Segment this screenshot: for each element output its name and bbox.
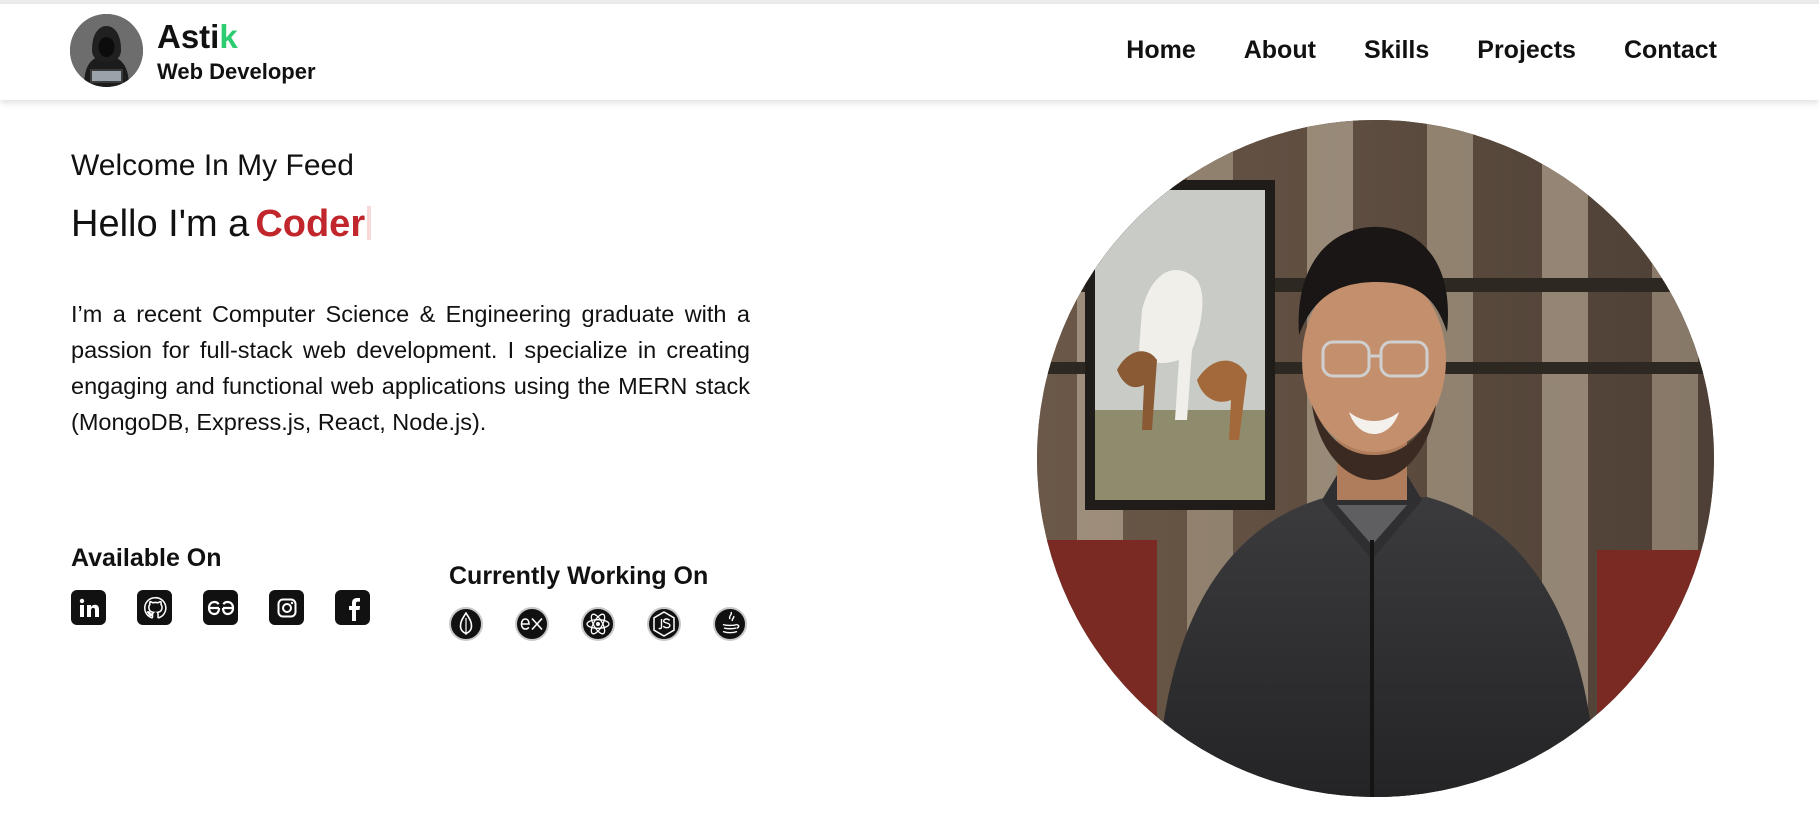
bio-paragraph: I’m a recent Computer Science & Engineer… <box>71 301 750 435</box>
profile-photo-image <box>1037 120 1714 797</box>
instagram-icon[interactable] <box>269 590 304 625</box>
java-icon <box>713 607 747 641</box>
mongodb-icon <box>449 607 483 641</box>
linkedin-icon[interactable] <box>71 590 106 625</box>
facebook-icon[interactable] <box>335 590 370 625</box>
github-icon[interactable] <box>137 590 172 625</box>
nav-about[interactable]: About <box>1244 36 1316 65</box>
profile-photo <box>1037 120 1714 797</box>
brand-role: Web Developer <box>157 58 316 84</box>
hello-prefix: Hello I'm a <box>71 203 250 245</box>
nodejs-icon <box>647 607 681 641</box>
working-on-title: Currently Working On <box>449 562 709 590</box>
available-on-title: Available On <box>71 544 222 572</box>
tech-stack <box>449 607 747 641</box>
typing-caret <box>367 206 372 240</box>
avatar <box>70 14 143 87</box>
brand[interactable]: Astik Web Developer <box>70 14 316 87</box>
nav-skills[interactable]: Skills <box>1364 36 1429 65</box>
hooded-figure-icon <box>70 14 143 87</box>
main-nav: Home About Skills Projects Contact <box>1126 36 1717 65</box>
brand-name-accent: k <box>219 17 238 55</box>
social-links <box>71 590 370 625</box>
nav-home[interactable]: Home <box>1126 36 1195 65</box>
express-icon <box>515 607 549 641</box>
react-icon <box>581 607 615 641</box>
nav-contact[interactable]: Contact <box>1624 36 1717 65</box>
geeksforgeeks-icon[interactable] <box>203 590 238 625</box>
brand-name-main: Asti <box>157 17 220 55</box>
brand-name: Astik <box>157 17 316 57</box>
hello-heading: Hello I'm a Coder <box>71 201 372 247</box>
typed-word: Coder <box>255 203 366 245</box>
navbar: Astik Web Developer Home About Skills Pr… <box>0 4 1819 100</box>
welcome-heading: Welcome In My Feed <box>71 149 354 182</box>
nav-projects[interactable]: Projects <box>1477 36 1576 65</box>
